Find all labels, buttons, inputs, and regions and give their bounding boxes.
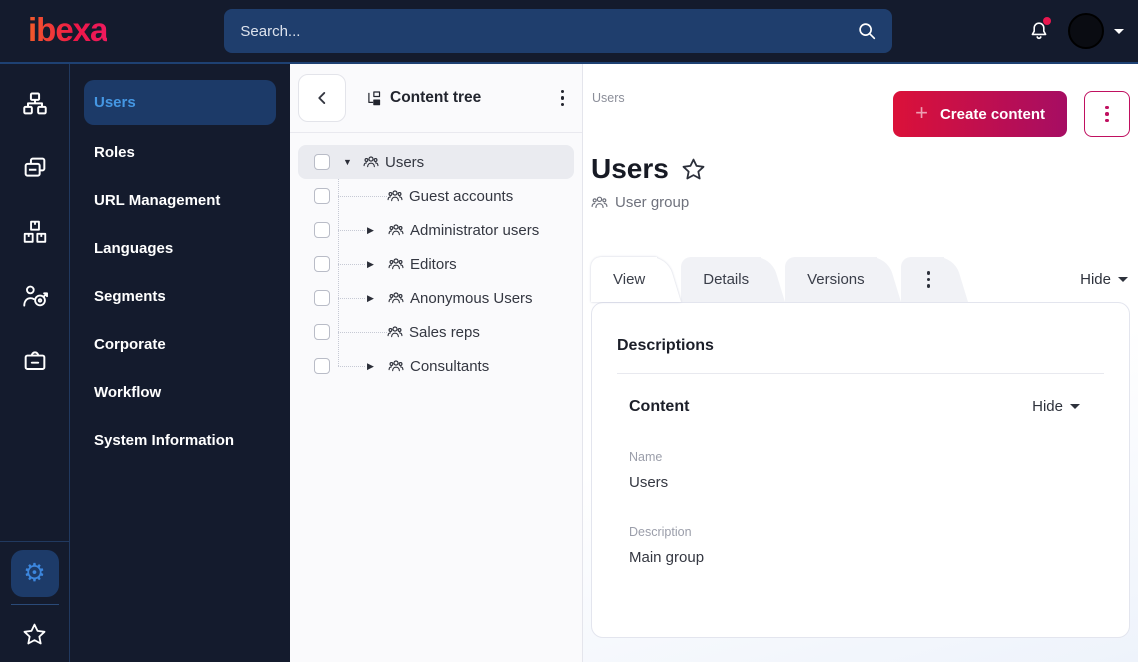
tree-checkbox[interactable] [314,290,330,306]
plus-icon: + [915,100,928,125]
hide-content-section-toggle[interactable]: Hide [1032,398,1080,415]
user-group-icon [387,188,403,204]
tree-connector [338,229,365,231]
description-field-value: Main group [629,548,705,566]
tree-item-administrator-users[interactable]: Administrator users [298,213,574,247]
tabs-row: View Details Versions Hide [591,256,1130,303]
tree-connector [338,331,387,333]
global-search[interactable] [224,9,893,53]
search-input[interactable] [238,21,857,41]
settings-gear-icon[interactable]: ⚙ [10,550,59,597]
tree-connector [338,195,387,197]
content-tree-header: Content tree [290,64,582,133]
content-type-row: User group [591,194,1130,211]
tree-checkbox[interactable] [314,154,330,170]
content-structure-icon[interactable] [3,72,67,136]
tab-details[interactable]: Details [681,256,785,302]
user-group-icon [388,222,404,238]
tree-icon [365,90,382,107]
user-group-icon [388,290,404,306]
tree-checkbox[interactable] [314,256,330,272]
collapse-arrow-icon[interactable] [342,158,353,167]
main-icon-rail: ⚙ [0,64,70,662]
page-title-row: Users [591,153,1130,185]
expand-arrow-icon[interactable] [365,260,376,269]
content-tree-panel: Content tree Users Guest accounts [290,64,583,662]
expand-arrow-icon[interactable] [365,362,376,371]
bookmark-star-icon[interactable] [680,156,707,183]
name-field-label: Name [629,449,663,464]
bookmarks-star-icon[interactable] [11,612,59,656]
settings-sidebar: Users Roles URL Management Languages Seg… [70,64,290,662]
content-section-heading: Content [629,397,690,415]
tab-more-kebab-icon[interactable] [900,256,969,302]
user-group-icon [591,194,608,211]
content-list-icon[interactable] [3,136,67,200]
hide-tabs-toggle[interactable]: Hide [1080,271,1128,288]
personalization-icon[interactable] [3,264,67,328]
top-bar: ibexa [0,0,1138,64]
ibexa-logo[interactable]: ibexa [28,13,108,46]
content-type-label: User group [615,193,690,211]
expand-arrow-icon[interactable] [365,294,376,303]
user-group-icon [388,358,404,374]
rail-bottom-group: ⚙ [0,541,69,662]
notification-dot [1043,17,1051,25]
sidebar-item-segments[interactable]: Segments [70,272,290,320]
user-group-icon [363,154,379,170]
descriptions-heading: Descriptions [617,336,714,354]
tree-checkbox[interactable] [314,222,330,238]
name-field-value: Users [629,473,669,491]
expand-arrow-icon[interactable] [365,226,376,235]
view-tab-card: Descriptions Content Hide Name Users Des… [591,301,1130,638]
caret-down-icon [1070,404,1080,410]
content-tree-title: Content tree [365,89,481,107]
tab-view[interactable]: View [591,257,681,303]
user-group-icon [388,256,404,272]
modules-icon[interactable] [3,200,67,264]
tree-connector [338,263,365,265]
tree-checkbox[interactable] [314,358,330,374]
tree-item-anonymous-users[interactable]: Anonymous Users [298,281,574,315]
header-actions: + Create content [893,91,1130,137]
tree-connector [338,297,365,299]
topbar-right-group [1026,13,1124,49]
sidebar-item-system-information[interactable]: System Information [70,416,290,464]
user-avatar[interactable] [1068,13,1104,49]
collapse-tree-button[interactable] [298,74,346,122]
content-actions-kebab-button[interactable] [1084,91,1130,137]
create-content-button[interactable]: + Create content [893,91,1067,137]
search-icon[interactable] [856,20,878,42]
card-divider [617,372,1104,374]
caret-down-icon [1118,276,1128,282]
sidebar-item-workflow[interactable]: Workflow [70,368,290,416]
corporate-icon[interactable] [3,328,67,392]
user-menu-caret-icon[interactable] [1114,28,1124,34]
tree-item-guest-accounts[interactable]: Guest accounts [298,179,574,213]
sidebar-item-corporate[interactable]: Corporate [70,320,290,368]
sidebar-item-users[interactable]: Users [84,80,276,125]
tab-versions[interactable]: Versions [785,256,901,302]
user-group-icon [387,324,403,340]
sidebar-item-languages[interactable]: Languages [70,224,290,272]
rail-divider [0,541,69,542]
tree-item-consultants[interactable]: Consultants [298,349,574,383]
rail-divider-short [10,604,59,605]
page-title: Users [591,153,669,184]
tree-item-users[interactable]: Users [298,145,574,179]
content-section: Content Hide Name Users Description Main… [617,398,1104,566]
main-content: Users + Create content Users User group [583,64,1138,662]
content-tree-list: Users Guest accounts Administrator users [290,133,582,395]
tree-item-sales-reps[interactable]: Sales reps [298,315,574,349]
sidebar-item-url-management[interactable]: URL Management [70,176,290,224]
description-field-label: Description [629,524,692,539]
tree-connector [338,365,365,367]
notifications-bell-icon[interactable] [1026,17,1052,44]
tree-options-kebab-icon[interactable] [557,86,569,111]
tree-checkbox[interactable] [314,188,330,204]
tree-checkbox[interactable] [314,324,330,340]
sidebar-item-roles[interactable]: Roles [70,128,290,176]
ibexa-admin-app: ibexa ⚙ [0,0,1138,662]
tree-item-editors[interactable]: Editors [298,247,574,281]
